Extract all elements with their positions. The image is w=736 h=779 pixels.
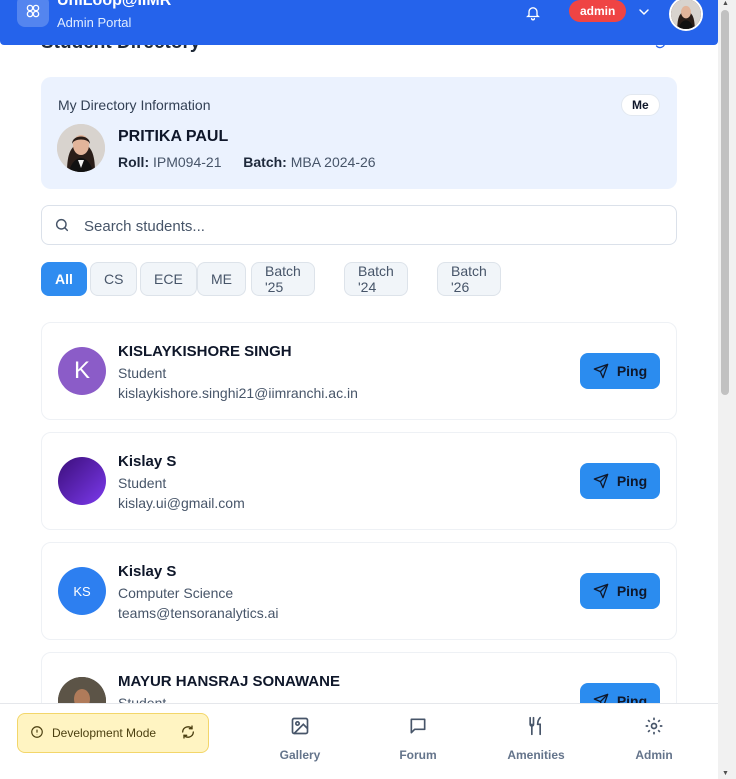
my-name: PRITIKA PAUL (118, 128, 229, 145)
scroll-down-arrow-icon[interactable]: ▼ (722, 770, 729, 777)
ping-label: Ping (616, 473, 648, 489)
student-name: KISLAYKISHORE SINGH (118, 343, 292, 360)
my-directory-panel: My Directory Information Me PRITIKA PAUL… (41, 77, 677, 189)
gear-icon (604, 716, 704, 740)
scrollbar-thumb[interactable] (721, 10, 729, 395)
directory-card: Student Directory My Directory Informati… (0, 0, 718, 779)
chevron-down-icon[interactable] (636, 4, 652, 25)
me-badge: Me (621, 94, 660, 116)
ping-label: Ping (616, 583, 648, 599)
student-name: Kislay S (118, 453, 177, 470)
student-email: teams@tensoranalytics.ai (118, 605, 279, 621)
role-badge: admin (569, 0, 627, 22)
scroll-up-arrow-icon[interactable]: ▲ (722, 0, 729, 7)
avatar: K (58, 347, 106, 395)
batch-value: MBA 2024-26 (290, 154, 376, 170)
app-frame: Student Directory My Directory Informati… (0, 0, 736, 779)
top-header: UniLoop@IIMR Admin Portal admin (0, 0, 718, 45)
student-email: kislay.ui@gmail.com (118, 495, 245, 511)
my-meta: Roll: IPM094-21 Batch: MBA 2024-26 (118, 154, 376, 170)
avatar: KS (58, 567, 106, 615)
utensils-icon (486, 716, 586, 740)
student-row: K KISLAYKISHORE SINGH Student kislaykish… (41, 322, 677, 420)
send-icon (593, 363, 609, 379)
ping-button[interactable]: Ping (580, 463, 660, 499)
user-avatar[interactable] (669, 0, 703, 31)
ping-label: Ping (616, 363, 648, 379)
my-avatar (57, 124, 105, 172)
bell-icon[interactable] (522, 2, 544, 22)
app-logo-icon[interactable] (17, 0, 49, 27)
student-name: Kislay S (118, 563, 177, 580)
student-role: Student (118, 365, 167, 381)
ping-button[interactable]: Ping (580, 573, 660, 609)
dev-mode-label: Development Mode (52, 726, 157, 740)
ping-button[interactable]: Ping (580, 353, 660, 389)
nav-label: Admin (635, 748, 673, 762)
filter-me[interactable]: ME (197, 262, 246, 296)
search-input[interactable] (82, 214, 666, 238)
filter-all[interactable]: All (41, 262, 87, 296)
message-icon (368, 716, 468, 740)
filter-batch-24[interactable]: Batch '24 (344, 262, 408, 296)
roll-value: IPM094-21 (153, 154, 222, 170)
nav-forum[interactable]: Forum (368, 716, 468, 762)
nav-amenities[interactable]: Amenities (486, 716, 586, 762)
image-icon (250, 716, 350, 740)
student-email: kislaykishore.singhi21@iimranchi.ac.in (118, 385, 358, 401)
info-icon (30, 725, 44, 742)
nav-admin[interactable]: Admin (604, 716, 704, 762)
refresh-icon[interactable] (180, 724, 196, 743)
filter-batch-26[interactable]: Batch '26 (437, 262, 501, 296)
nav-label: Gallery (279, 748, 321, 762)
send-icon (593, 583, 609, 599)
student-name: MAYUR HANSRAJ SONAWANE (118, 673, 340, 690)
filter-ece[interactable]: ECE (140, 262, 197, 296)
nav-label: Amenities (507, 748, 565, 762)
app-title: UniLoop@IIMR (57, 0, 172, 9)
student-role: Computer Science (118, 585, 234, 601)
dev-mode-banner[interactable]: Development Mode (17, 713, 209, 753)
filter-cs[interactable]: CS (90, 262, 138, 296)
my-directory-label: My Directory Information (58, 97, 211, 113)
send-icon (593, 473, 609, 489)
student-row: Kislay S Student kislay.ui@gmail.com Pin… (41, 432, 677, 530)
student-role: Student (118, 475, 167, 491)
search-icon (54, 217, 70, 238)
avatar (58, 457, 106, 505)
app-subtitle: Admin Portal (57, 15, 132, 30)
nav-label: Forum (399, 748, 437, 762)
student-row: KS Kislay S Computer Science teams@tenso… (41, 542, 677, 640)
batch-label: Batch: (243, 154, 287, 170)
search-box (41, 205, 677, 245)
roll-label: Roll: (118, 154, 150, 170)
nav-gallery[interactable]: Gallery (250, 716, 350, 762)
filter-batch-25[interactable]: Batch '25 (251, 262, 315, 296)
